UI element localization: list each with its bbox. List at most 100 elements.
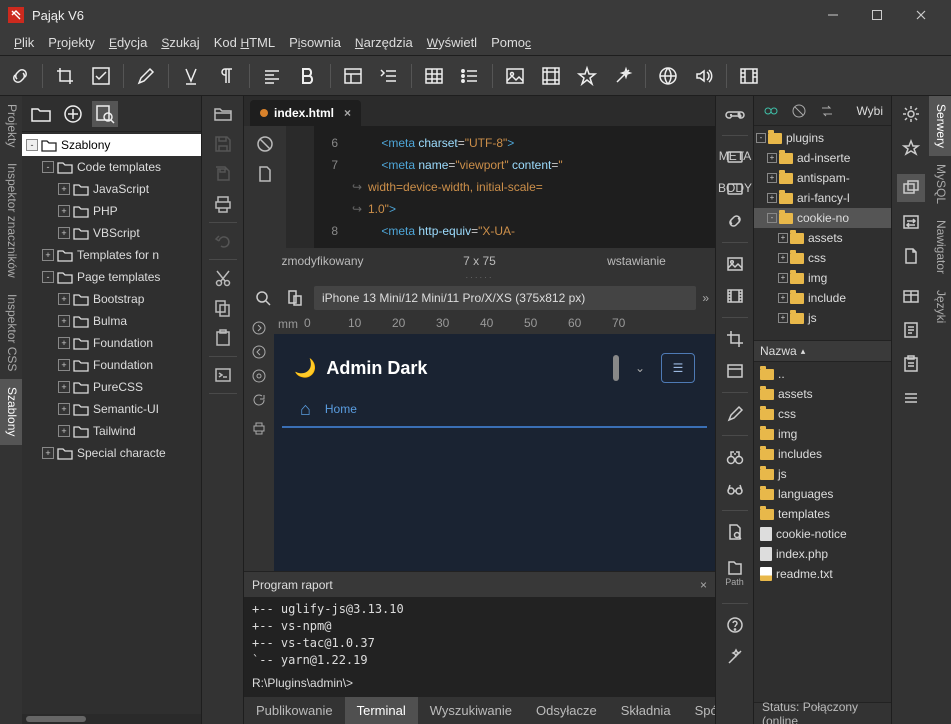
magic-icon[interactable] (609, 62, 637, 90)
menu-wyswietl[interactable]: Wyświetl (421, 32, 483, 53)
bottom-tab-publikowanie[interactable]: Publikowanie (244, 697, 345, 724)
list-icon[interactable] (456, 62, 484, 90)
server-tree-item[interactable]: -cookie-no (754, 208, 891, 228)
tree-item[interactable]: +Bootstrap (22, 288, 201, 310)
circle-right-icon[interactable] (249, 318, 269, 338)
tree-item[interactable]: -Code templates (22, 156, 201, 178)
server-tree-item[interactable]: +css (754, 248, 891, 268)
splitter[interactable]: ······ (244, 274, 715, 282)
path-icon[interactable]: Path (721, 550, 749, 596)
new-file-icon[interactable] (250, 160, 280, 188)
menu-projekty[interactable]: Projekty (42, 32, 101, 53)
tree-item[interactable]: +Foundation (22, 354, 201, 376)
link2-icon[interactable] (721, 207, 749, 235)
right-vtab-2[interactable]: Nawigator (929, 212, 951, 282)
align-left-icon[interactable] (258, 62, 286, 90)
tree-item[interactable]: +PureCSS (22, 376, 201, 398)
box-icon[interactable] (897, 282, 925, 310)
chevron-down-icon[interactable]: ⌄ (629, 361, 651, 375)
server-tree-item[interactable]: +assets (754, 228, 891, 248)
doc-search-icon[interactable] (721, 518, 749, 546)
terminal-icon[interactable] (208, 361, 238, 389)
tree-item[interactable]: +Bulma (22, 310, 201, 332)
block-icon[interactable] (250, 130, 280, 158)
right-vtab-0[interactable]: Serwery (929, 96, 951, 156)
crop-icon[interactable] (51, 62, 79, 90)
bottom-tab-terminal[interactable]: Terminal (345, 697, 418, 724)
text-doc-icon[interactable] (897, 316, 925, 344)
raport-close-icon[interactable]: × (700, 578, 707, 592)
search-icon[interactable] (250, 285, 276, 311)
file-list[interactable]: ..assetscssimgincludesjslanguagestemplat… (754, 362, 891, 702)
doc-icon[interactable] (897, 242, 925, 270)
file-list-item[interactable]: .. (754, 364, 891, 384)
device-icon[interactable] (282, 285, 308, 311)
tree-item[interactable]: +Foundation (22, 332, 201, 354)
menu-lines-icon[interactable] (897, 384, 925, 412)
close-button[interactable] (899, 0, 943, 30)
left-vtab-0[interactable]: Projekty (0, 96, 22, 155)
sound-icon[interactable] (690, 62, 718, 90)
tree-item[interactable]: -Szablony (22, 134, 201, 156)
film2-icon[interactable] (721, 282, 749, 310)
left-vtab-3[interactable]: Szablony (0, 379, 22, 444)
pilcrow-icon[interactable] (213, 62, 241, 90)
glasses-icon[interactable] (721, 475, 749, 503)
body-badge-icon[interactable]: BODY (721, 175, 749, 203)
menu-pisownia[interactable]: Pisownia (283, 32, 347, 53)
tree-item[interactable]: +Tailwind (22, 420, 201, 442)
server-tree-item[interactable]: -plugins (754, 128, 891, 148)
layout1-icon[interactable] (339, 62, 367, 90)
h-scrollbar[interactable] (22, 714, 201, 724)
windows-icon[interactable] (897, 174, 925, 202)
menu-toggle-button[interactable]: ☰ (661, 353, 695, 383)
bold-icon[interactable] (294, 62, 322, 90)
close-tab-icon[interactable]: × (344, 106, 351, 120)
tree-item[interactable]: +Templates for n (22, 244, 201, 266)
bottom-tab-odsyłacze[interactable]: Odsyłacze (524, 697, 609, 724)
code-editor[interactable]: 6 <meta charset="UTF-8">7 <meta name="vi… (286, 126, 715, 248)
file-list-item[interactable]: cookie-notice (754, 524, 891, 544)
frame-icon[interactable] (537, 62, 565, 90)
search-preview-icon[interactable] (92, 101, 118, 127)
server-tree-item[interactable]: +antispam- (754, 168, 891, 188)
crop2-icon[interactable] (721, 325, 749, 353)
picture-icon[interactable] (721, 250, 749, 278)
window-icon[interactable] (721, 357, 749, 385)
maximize-button[interactable] (855, 0, 899, 30)
tree-item[interactable]: -Page templates (22, 266, 201, 288)
gear-icon[interactable] (897, 100, 925, 128)
menu-szukaj[interactable]: Szukaj (155, 32, 205, 53)
check-icon[interactable] (87, 62, 115, 90)
menu-edycja[interactable]: Edycja (103, 32, 153, 53)
file-list-header[interactable]: Nazwa▴ (754, 340, 891, 362)
server-tree-item[interactable]: +img (754, 268, 891, 288)
folder-icon[interactable] (28, 101, 54, 127)
bottom-tab-wyszukiwanie[interactable]: Wyszukiwanie (418, 697, 524, 724)
save-icon[interactable] (208, 130, 238, 158)
file-list-item[interactable]: css (754, 404, 891, 424)
menu-pomoc[interactable]: Pomoc (485, 32, 537, 53)
chevron-right-icon[interactable]: » (702, 291, 709, 305)
menu-narzedzia[interactable]: Narzędzia (349, 32, 419, 53)
file-list-item[interactable]: includes (754, 444, 891, 464)
tree-item[interactable]: +Special characte (22, 442, 201, 464)
preview-canvas[interactable]: 🌙 Admin Dark ⌄ ☰ ⌂ Home (274, 334, 715, 571)
save-all-icon[interactable] (208, 160, 238, 188)
drag-handle-icon[interactable] (613, 355, 619, 381)
file-list-item[interactable]: templates (754, 504, 891, 524)
tree-item[interactable]: +VBScript (22, 222, 201, 244)
file-list-item[interactable]: js (754, 464, 891, 484)
target-icon[interactable] (249, 366, 269, 386)
right-vtab-1[interactable]: MySQL (929, 156, 951, 212)
server-tree-item[interactable]: +ad-inserte (754, 148, 891, 168)
server-tree-item[interactable]: +js (754, 308, 891, 328)
editor-tab-index[interactable]: index.html × (250, 100, 361, 126)
server-tree-item[interactable]: +include (754, 288, 891, 308)
gamepad-icon[interactable] (721, 100, 749, 128)
sync-icon[interactable] (814, 99, 840, 123)
open-folder-icon[interactable] (208, 100, 238, 128)
file-list-item[interactable]: languages (754, 484, 891, 504)
bottom-tab-składnia[interactable]: Składnia (609, 697, 683, 724)
film-icon[interactable] (735, 62, 763, 90)
